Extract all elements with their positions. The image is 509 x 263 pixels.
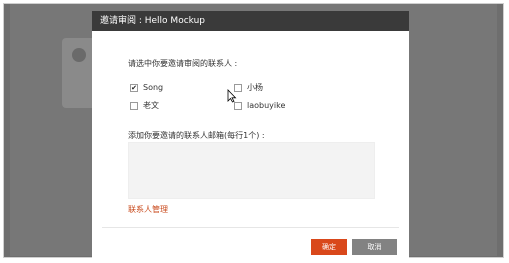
contact-name: 老文 [143,101,159,110]
invite-review-dialog: 邀请审阅 : Hello Mockup 请选中你要邀请审阅的联系人 : ✔ So… [92,11,409,258]
email-textarea[interactable] [128,142,375,199]
contact-laowen[interactable]: 老文 [130,100,159,111]
select-contacts-prompt: 请选中你要邀请审阅的联系人 : [128,59,238,68]
email-input-label: 添加你要邀请的联系人邮箱(每行1个) : [128,131,265,140]
contact-checkbox[interactable]: ✔ [130,83,138,92]
confirm-button[interactable]: 确定 [311,239,347,255]
manage-contacts-link[interactable]: 联系人管理 [128,204,168,215]
contact-xiaoyang[interactable]: 小杨 [234,82,263,93]
contact-laobuyike[interactable]: laobuyike [234,100,285,111]
dialog-title: 邀请审阅 : Hello Mockup [92,11,409,31]
cancel-button[interactable]: 取消 [352,239,397,255]
footer-divider [102,227,399,228]
contact-name: Song [143,83,164,92]
contact-checkbox[interactable] [130,101,138,110]
contact-song[interactable]: ✔ Song [130,82,163,93]
mouse-cursor-icon [227,89,237,103]
lock-icon [72,48,86,62]
contact-name: 小杨 [247,83,263,92]
contact-name: laobuyike [247,101,286,110]
